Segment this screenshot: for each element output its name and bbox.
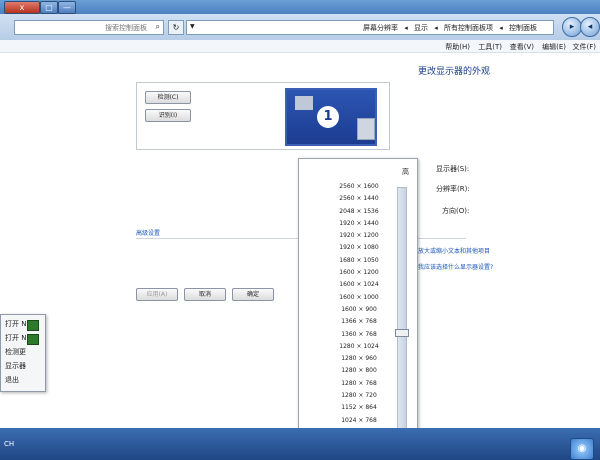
resolution-dropdown[interactable]: 高 2560 × 1600 2560 × 1440 2048 × 1536 1920 …: [298, 158, 418, 456]
address-bar[interactable]: ▼ 屏幕分辨率 ◂ 显示 ◂ 所有控制面板项 ◂ 控制面板: [186, 20, 554, 35]
page-title: 更改显示器的外观: [417, 67, 490, 77]
resolution-option[interactable]: 1280 × 960: [339, 353, 379, 365]
resolution-option[interactable]: 1280 × 768: [339, 378, 379, 390]
ctx-item[interactable]: 显示器: [5, 360, 26, 372]
cancel-button[interactable]: 取消: [184, 288, 226, 301]
menu-tools[interactable]: 工具(T): [478, 42, 502, 52]
forward-arrow-icon[interactable]: ▸: [562, 17, 582, 37]
resolution-label: 分辨率(R):: [436, 185, 470, 193]
resolution-option[interactable]: 1024 × 768: [339, 415, 379, 427]
resolution-option[interactable]: 1280 × 1024: [339, 341, 379, 353]
identify-button[interactable]: 识别(I): [145, 109, 191, 122]
resolution-option[interactable]: 2048 × 1536: [339, 206, 379, 218]
monitor-thumbnail: [295, 96, 313, 110]
search-placeholder: 搜索控制面板: [105, 24, 147, 32]
start-orb-icon[interactable]: ◉: [570, 438, 594, 460]
chevron-down-icon[interactable]: ▼: [190, 23, 195, 30]
advanced-settings-link[interactable]: 高级设置: [136, 228, 160, 237]
address-row: 搜索控制面板 ⌕ ↻ ▼ 屏幕分辨率 ◂ 显示 ◂ 所有控制面板项 ◂ 控制面板…: [0, 14, 600, 40]
resolution-option[interactable]: 1366 × 768: [339, 316, 379, 328]
text-size-link[interactable]: 放大或缩小文本和其他项目: [418, 246, 490, 255]
orientation-label: 方向(O):: [442, 207, 470, 215]
app-icon: [27, 334, 39, 345]
monitor-number: 1: [317, 106, 339, 128]
resolution-option[interactable]: 1280 × 720: [339, 390, 379, 402]
resolution-slider-track[interactable]: [397, 187, 407, 443]
ctx-item[interactable]: 打开 N: [5, 332, 26, 344]
breadcrumb-item[interactable]: 所有控制面板项: [444, 24, 493, 32]
breadcrumb-item[interactable]: 控制面板: [509, 24, 537, 32]
breadcrumb-item[interactable]: 显示: [414, 24, 428, 32]
menu-bar: 文件(F) 编辑(E) 查看(V) 工具(T) 帮助(H): [0, 40, 600, 53]
ctx-item[interactable]: 打开 N: [5, 318, 26, 330]
apply-button[interactable]: 应用(A): [136, 288, 178, 301]
slider-high-label: 高: [402, 168, 409, 176]
monitor-panel: 检测(C) 识别(I) 1: [136, 82, 390, 150]
maximize-button[interactable]: □: [40, 1, 58, 14]
resolution-list: 2560 × 1600 2560 × 1440 2048 × 1536 1920 × …: [339, 181, 379, 439]
resolution-option[interactable]: 1680 × 1050: [339, 255, 379, 267]
breadcrumb: 屏幕分辨率 ◂ 显示 ◂ 所有控制面板项 ◂ 控制面板: [363, 24, 537, 32]
back-arrow-icon[interactable]: ◂: [580, 17, 600, 37]
resolution-option[interactable]: 1920 × 1200: [339, 230, 379, 242]
tray-language[interactable]: CH: [4, 440, 14, 448]
detect-button[interactable]: 检测(C): [145, 91, 191, 104]
resolution-option[interactable]: 1280 × 800: [339, 365, 379, 377]
menu-view[interactable]: 查看(V): [510, 42, 534, 52]
search-icon: ⌕: [155, 22, 160, 31]
resolution-option[interactable]: 2560 × 1600: [339, 181, 379, 193]
search-box[interactable]: 搜索控制面板 ⌕: [14, 20, 164, 35]
refresh-icon[interactable]: ↻: [168, 20, 184, 35]
resolution-option[interactable]: 1600 × 1000: [339, 292, 379, 304]
app-icon: [27, 320, 39, 331]
resolution-option[interactable]: 1360 × 768: [339, 329, 379, 341]
minimize-button[interactable]: —: [58, 1, 76, 14]
monitor-preview[interactable]: 1: [285, 88, 377, 146]
display-label: 显示器(S):: [436, 165, 470, 173]
resolution-option[interactable]: 1600 × 1200: [339, 267, 379, 279]
close-button[interactable]: x: [4, 1, 40, 14]
menu-edit[interactable]: 编辑(E): [542, 42, 566, 52]
ctx-exit[interactable]: 退出: [5, 374, 19, 386]
resolution-option[interactable]: 1600 × 900: [339, 304, 379, 316]
menu-file[interactable]: 文件(F): [573, 42, 597, 52]
monitor-secondary: [357, 118, 375, 140]
which-settings-link[interactable]: 我应该选择什么显示器设置?: [418, 262, 493, 271]
resolution-option[interactable]: 2560 × 1440: [339, 193, 379, 205]
resolution-option[interactable]: 1600 × 1024: [339, 279, 379, 291]
resolution-option[interactable]: 1152 × 864: [339, 402, 379, 414]
taskbar: CH ◉: [0, 428, 600, 460]
title-bar: x □ —: [0, 0, 600, 14]
breadcrumb-item[interactable]: 屏幕分辨率: [363, 24, 398, 32]
tray-context-menu: 打开 N 打开 N 检测更 显示器 退出: [0, 314, 46, 392]
resolution-option[interactable]: 1920 × 1080: [339, 242, 379, 254]
ctx-item[interactable]: 检测更: [5, 346, 26, 358]
ok-button[interactable]: 确定: [232, 288, 274, 301]
resolution-slider-thumb[interactable]: [395, 329, 409, 337]
menu-help[interactable]: 帮助(H): [445, 42, 470, 52]
resolution-option[interactable]: 1920 × 1440: [339, 218, 379, 230]
